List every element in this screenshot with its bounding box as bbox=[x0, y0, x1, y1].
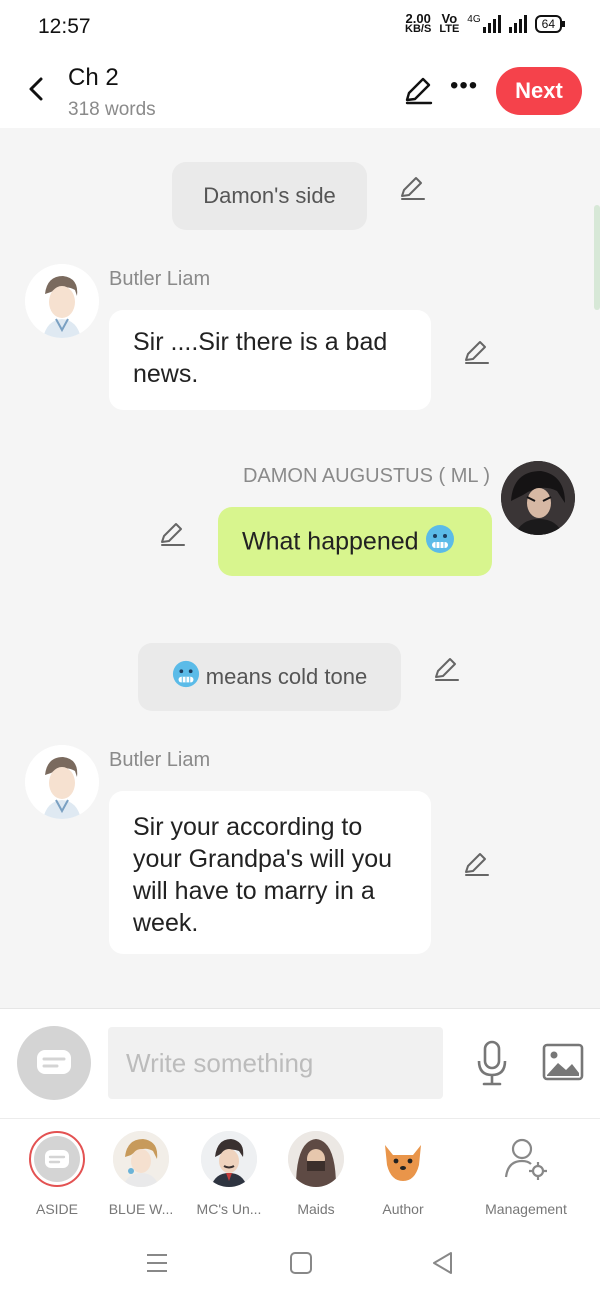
menu-icon[interactable] bbox=[144, 1250, 170, 1276]
message-bubble[interactable]: Sir your according to your Grandpa's wil… bbox=[109, 791, 431, 954]
edit-message-icon[interactable] bbox=[462, 850, 490, 878]
input-bar bbox=[0, 1008, 600, 1118]
signal-icon-2 bbox=[508, 15, 527, 33]
edit-message-icon[interactable] bbox=[432, 655, 460, 683]
edit-pencil-icon[interactable] bbox=[402, 74, 434, 106]
edit-message-icon[interactable] bbox=[462, 338, 490, 366]
volte-icon: Vo LTE bbox=[439, 11, 460, 35]
character-maids[interactable]: Maids bbox=[276, 1129, 356, 1217]
edit-message-icon[interactable] bbox=[158, 520, 186, 548]
cold-face-emoji bbox=[425, 524, 455, 562]
aside-message[interactable]: Damon's side bbox=[172, 162, 367, 230]
image-icon[interactable] bbox=[542, 1043, 584, 1081]
character-avatar bbox=[113, 1131, 169, 1187]
character-bar: ASIDE BLUE W... MC's Un... Maids Author … bbox=[0, 1118, 600, 1228]
network-speed: 2.00 KB/S bbox=[405, 11, 432, 35]
user-gear-icon bbox=[498, 1131, 554, 1187]
signal-icon: 4G bbox=[467, 15, 501, 33]
chapter-title: Ch 2 bbox=[68, 64, 119, 91]
status-bar: 12:57 2.00 KB/S Vo LTE 4G 64 bbox=[0, 0, 600, 56]
message-bubble[interactable]: What happened bbox=[218, 507, 492, 576]
next-button[interactable]: Next bbox=[496, 67, 582, 115]
chapter-header: Ch 2 318 words ••• Next bbox=[0, 56, 600, 128]
aside-message[interactable]: means cold tone bbox=[138, 643, 401, 711]
status-icons: 2.00 KB/S Vo LTE 4G 64 bbox=[405, 11, 566, 35]
status-time: 12:57 bbox=[38, 15, 91, 38]
more-options-icon[interactable]: ••• bbox=[450, 72, 478, 100]
aside-icon bbox=[29, 1131, 85, 1187]
character-aside[interactable]: ASIDE bbox=[17, 1129, 97, 1217]
message-input[interactable] bbox=[108, 1027, 443, 1099]
aside-toggle-button[interactable] bbox=[17, 1026, 91, 1100]
character-avatar bbox=[201, 1131, 257, 1187]
character-management[interactable]: Management bbox=[476, 1129, 576, 1217]
system-nav-bar bbox=[0, 1228, 600, 1300]
scrollbar[interactable] bbox=[594, 205, 600, 310]
character-mcs-un[interactable]: MC's Un... bbox=[189, 1129, 269, 1217]
character-avatar bbox=[288, 1131, 344, 1187]
battery-icon: 64 bbox=[534, 15, 566, 33]
aside-icon bbox=[37, 1050, 71, 1074]
speaker-name: Butler Liam bbox=[109, 749, 211, 771]
shiba-dog-avatar bbox=[375, 1131, 431, 1187]
edit-message-icon[interactable] bbox=[398, 174, 426, 202]
microphone-icon[interactable] bbox=[474, 1039, 510, 1087]
back-nav-icon[interactable] bbox=[430, 1250, 456, 1276]
butler-liam-avatar[interactable] bbox=[25, 745, 99, 819]
message-bubble[interactable]: Sir ....Sir there is a bad news. bbox=[109, 310, 431, 410]
character-author[interactable]: Author bbox=[363, 1129, 443, 1217]
character-blue-w[interactable]: BLUE W... bbox=[101, 1129, 181, 1217]
damon-avatar[interactable] bbox=[501, 461, 575, 535]
home-icon[interactable] bbox=[288, 1250, 314, 1276]
back-icon[interactable] bbox=[22, 74, 52, 104]
butler-liam-avatar[interactable] bbox=[25, 264, 99, 338]
speaker-name: Butler Liam bbox=[109, 268, 211, 290]
word-count: 318 words bbox=[68, 99, 156, 120]
cold-face-emoji bbox=[172, 660, 200, 694]
speaker-name: DAMON AUGUSTUS ( ML ) bbox=[242, 465, 490, 487]
